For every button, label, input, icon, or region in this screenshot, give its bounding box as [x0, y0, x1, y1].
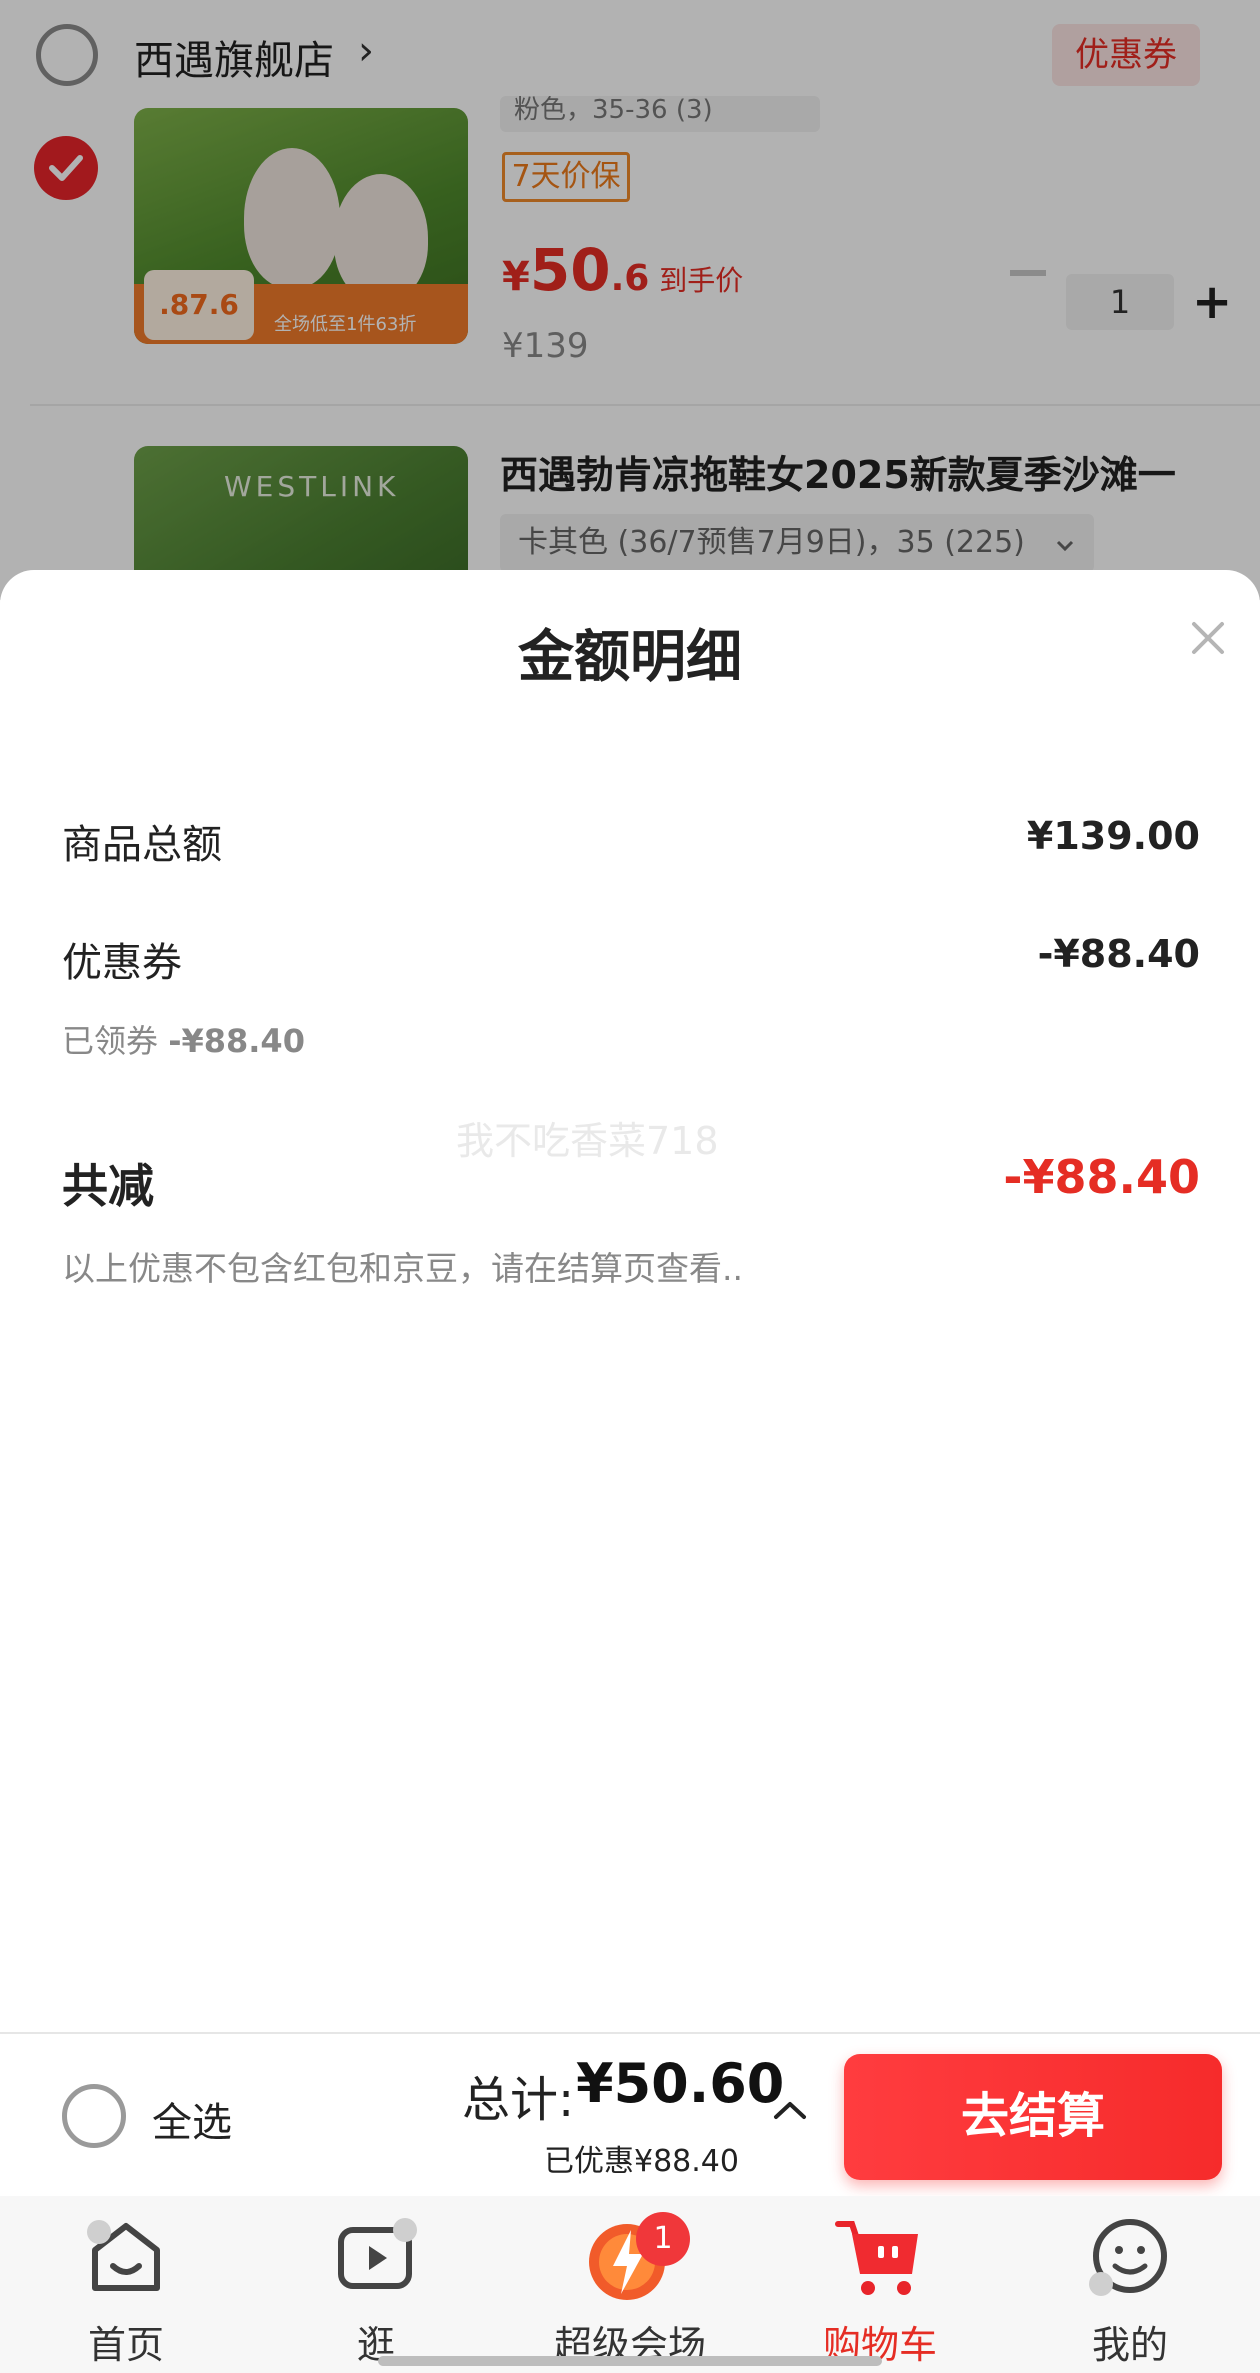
super-venue-badge: 1: [636, 2212, 690, 2266]
close-icon[interactable]: [1184, 614, 1232, 662]
total-label: 总计:: [462, 2072, 575, 2128]
checkout-bar: 全选 总计: ¥50.60 已优惠¥88.40 去结算: [0, 2032, 1260, 2196]
bottom-tab-bar: 首页 逛 1 超级会场 购物车 我的: [0, 2196, 1260, 2373]
saved-amount: 已优惠¥88.40: [544, 2144, 739, 2179]
play-icon: [338, 2218, 417, 2289]
coupon-value: -¥88.40: [1037, 932, 1200, 976]
coupon-claimed-line: 已领券 -¥88.40: [62, 1022, 305, 1060]
tab-home[interactable]: 首页: [36, 2216, 216, 2367]
select-all-label[interactable]: 全选: [152, 2090, 232, 2148]
watermark-text: 我不吃香菜718: [456, 1119, 719, 1163]
tab-label: 首页: [87, 2323, 164, 2367]
home-icon: [87, 2220, 160, 2291]
total-value: ¥50.60: [576, 2052, 785, 2115]
tab-cart[interactable]: 购物车: [790, 2216, 970, 2367]
cart-background: 西遇旗舰店 › 优惠券 全场低至1件63折 .87.6 粉色，35-36 (3)…: [0, 0, 1260, 600]
total-reduce-label: 共减: [62, 1159, 154, 1213]
tab-label: 我的: [1091, 2323, 1168, 2367]
total-reduce-value: -¥88.40: [1003, 1150, 1200, 1204]
goods-total-value: ¥139.00: [1026, 814, 1200, 858]
coupon-label: 优惠券: [62, 940, 182, 986]
profile-icon: [1089, 2219, 1167, 2296]
tab-browse[interactable]: 逛: [286, 2216, 466, 2367]
cart-icon: [835, 2221, 918, 2295]
checkout-button[interactable]: 去结算: [844, 2054, 1222, 2180]
goods-total-label: 商品总额: [62, 822, 222, 868]
discount-note: 以上优惠不包含红包和京豆，请在结算页查看..: [62, 1249, 743, 1288]
amount-detail-sheet: 金额明细 我不吃香菜718 商品总额 ¥139.00 优惠券 -¥88.40 已…: [0, 570, 1260, 2032]
tab-profile[interactable]: 我的: [1040, 2216, 1220, 2367]
home-indicator[interactable]: [378, 2356, 882, 2366]
sheet-title: 金额明细: [518, 625, 742, 690]
modal-overlay[interactable]: [0, 0, 1260, 600]
tab-super-venue[interactable]: 1 超级会场: [540, 2212, 720, 2367]
chevron-up-icon[interactable]: [772, 2100, 808, 2120]
select-all-radio[interactable]: [62, 2084, 126, 2148]
